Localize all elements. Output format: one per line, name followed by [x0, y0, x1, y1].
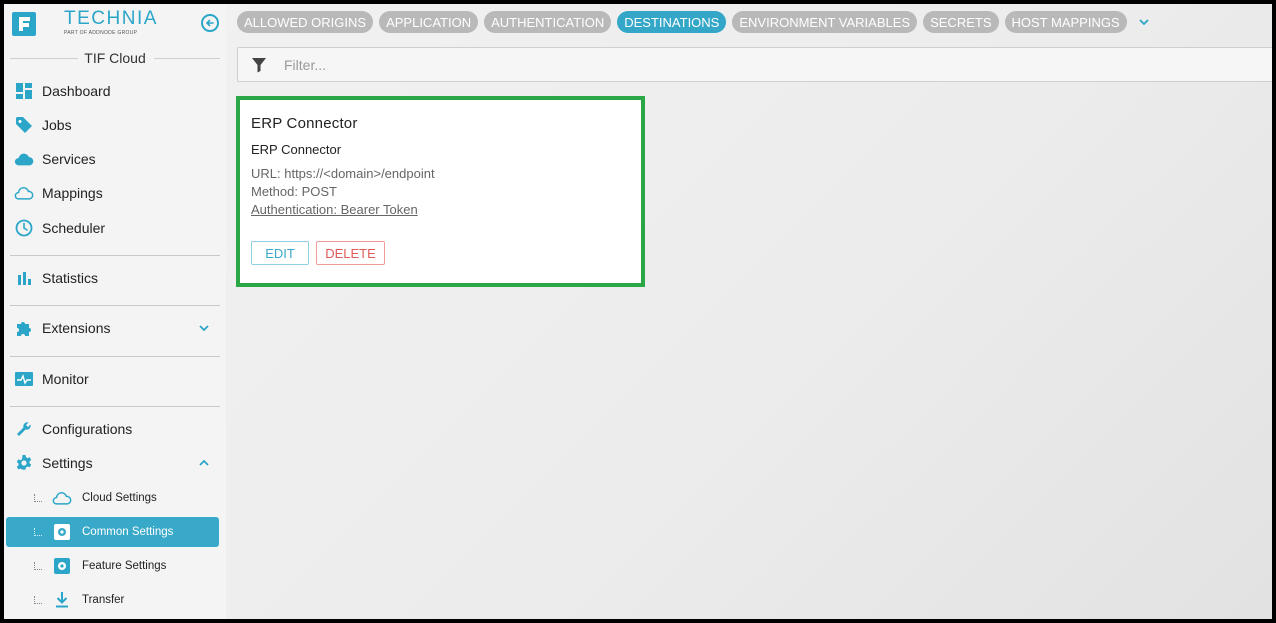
- sidebar-item-label: Monitor: [42, 371, 89, 387]
- tab-secrets[interactable]: SECRETS: [923, 11, 999, 33]
- gear-box-icon: [52, 556, 72, 576]
- card-title: ERP Connector: [251, 115, 358, 132]
- card-authentication-link[interactable]: Authentication: Bearer Token: [251, 202, 418, 217]
- settings-tabs: ALLOWED ORIGINS APPLICATION AUTHENTICATI…: [237, 11, 1153, 33]
- filter-input[interactable]: [284, 54, 1184, 76]
- collapse-sidebar-button[interactable]: [201, 14, 219, 32]
- edit-button[interactable]: EDIT: [251, 241, 309, 265]
- sidebar-subitem-common-settings[interactable]: Common Settings: [6, 517, 219, 547]
- destination-card: ERP Connector ERP Connector URL: https:/…: [236, 96, 645, 287]
- sidebar-item-label: Scheduler: [42, 220, 106, 236]
- wrench-icon: [14, 419, 34, 439]
- dashboard-icon: [14, 81, 34, 101]
- sidebar-item-label: Dashboard: [42, 83, 111, 99]
- sidebar-divider: [10, 406, 220, 407]
- sidebar-divider: [10, 255, 220, 256]
- sidebar-section-title: TIF Cloud: [4, 48, 226, 68]
- sidebar-item-statistics[interactable]: Statistics: [6, 263, 220, 293]
- gear-box-icon: [52, 522, 72, 542]
- tab-application[interactable]: APPLICATION: [379, 11, 479, 33]
- sidebar-item-label: Extensions: [42, 320, 111, 336]
- sidebar-subitem-cloud-settings[interactable]: Cloud Settings: [6, 483, 219, 513]
- tab-destinations[interactable]: DESTINATIONS: [617, 11, 727, 33]
- cloud-filled-icon: [14, 149, 34, 169]
- sidebar-item-label: Settings: [42, 455, 93, 471]
- brand-tagline: PART OF ADDNODE GROUP: [64, 30, 138, 36]
- sidebar-item-dashboard[interactable]: Dashboard: [6, 76, 220, 106]
- section-title-label: TIF Cloud: [84, 50, 146, 66]
- card-url: URL: https://<domain>/endpoint: [251, 166, 435, 181]
- delete-button[interactable]: DELETE: [316, 241, 385, 265]
- sidebar-subitem-label: Cloud Settings: [82, 492, 157, 504]
- sidebar-divider: [10, 305, 220, 306]
- sidebar: TECHNIA PART OF ADDNODE GROUP TIF Cloud …: [4, 4, 226, 619]
- chevron-up-icon: [198, 456, 210, 474]
- sidebar-item-monitor[interactable]: Monitor: [6, 364, 220, 394]
- chevron-down-icon[interactable]: [1137, 14, 1153, 30]
- sidebar-subitem-transfer[interactable]: Transfer: [6, 585, 219, 615]
- sidebar-subitem-label: Feature Settings: [82, 560, 167, 572]
- tab-environment-variables[interactable]: ENVIRONMENT VARIABLES: [732, 11, 918, 33]
- sidebar-item-label: Mappings: [42, 185, 103, 201]
- sidebar-item-configurations[interactable]: Configurations: [6, 414, 220, 444]
- sidebar-item-jobs[interactable]: Jobs: [6, 110, 220, 140]
- sidebar-subitem-label: Transfer: [82, 594, 125, 606]
- sidebar-divider: [10, 356, 220, 357]
- sidebar-item-mappings[interactable]: Mappings: [6, 178, 220, 208]
- filter-bar: [237, 47, 1272, 82]
- tab-host-mappings[interactable]: HOST MAPPINGS: [1004, 11, 1127, 33]
- app-frame: TECHNIA PART OF ADDNODE GROUP TIF Cloud …: [4, 4, 1272, 619]
- sidebar-item-services[interactable]: Services: [6, 144, 220, 174]
- sidebar-item-scheduler[interactable]: Scheduler: [6, 213, 220, 243]
- puzzle-icon: [14, 318, 34, 338]
- sidebar-item-label: Configurations: [42, 421, 133, 437]
- monitor-icon: [14, 369, 34, 389]
- brand-name: TECHNIA: [64, 8, 158, 29]
- logo-row: TECHNIA PART OF ADDNODE GROUP: [4, 4, 226, 44]
- cloud-outline-icon: [52, 488, 72, 508]
- technia-logo-icon: [12, 12, 36, 36]
- filter-icon: [251, 57, 267, 78]
- tab-authentication[interactable]: AUTHENTICATION: [484, 11, 612, 33]
- clock-icon: [14, 218, 34, 238]
- card-method: Method: POST: [251, 184, 337, 199]
- download-icon: [52, 590, 72, 610]
- sidebar-item-settings[interactable]: Settings: [6, 448, 220, 478]
- sidebar-subitem-label: Common Settings: [82, 526, 174, 538]
- sidebar-subitem-feature-settings[interactable]: Feature Settings: [6, 551, 219, 581]
- chevron-down-icon: [198, 321, 210, 339]
- bar-chart-icon: [14, 268, 34, 288]
- tag-icon: [14, 115, 34, 135]
- sidebar-item-extensions[interactable]: Extensions: [6, 313, 220, 343]
- sidebar-item-label: Services: [42, 151, 96, 167]
- sidebar-item-label: Jobs: [42, 117, 72, 133]
- gear-icon: [14, 453, 34, 473]
- arrow-left-icon: [205, 19, 214, 27]
- tab-allowed-origins[interactable]: ALLOWED ORIGINS: [237, 11, 374, 33]
- card-subtitle: ERP Connector: [251, 142, 342, 157]
- sidebar-item-label: Statistics: [42, 270, 99, 286]
- cloud-outline-icon: [14, 183, 34, 203]
